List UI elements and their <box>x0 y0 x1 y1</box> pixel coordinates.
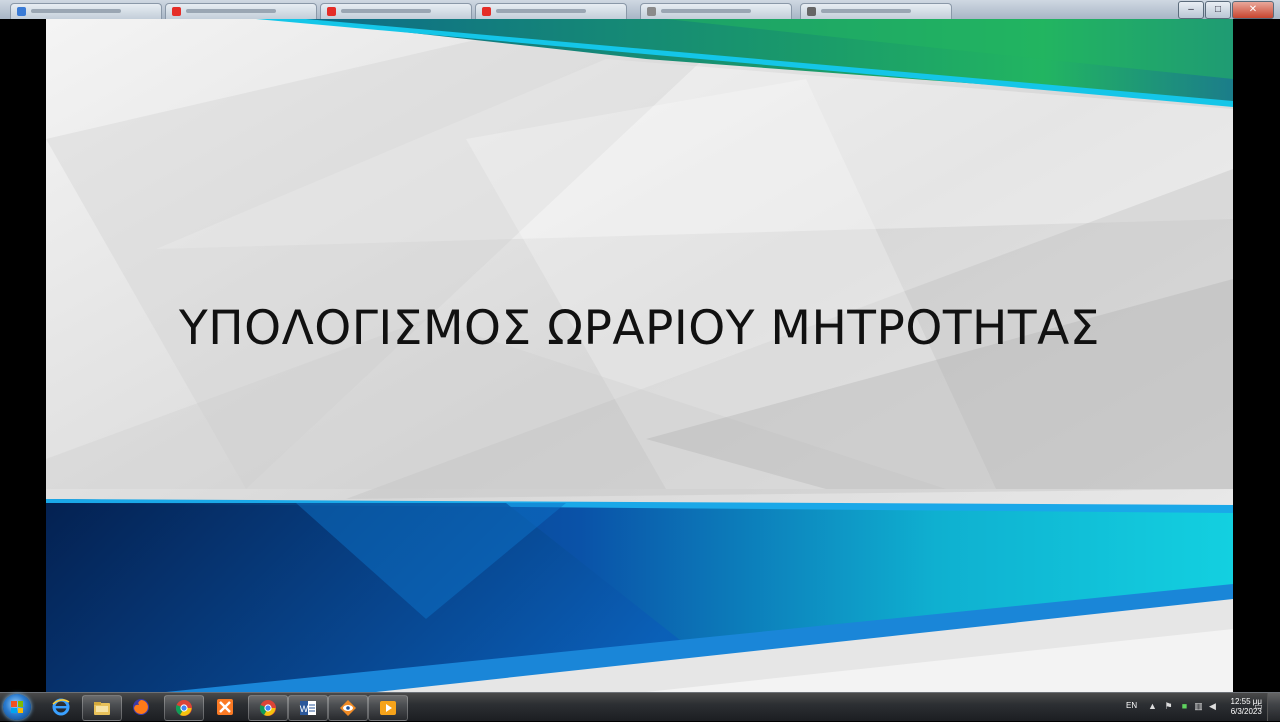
svg-text:W: W <box>300 704 309 714</box>
browser-tab[interactable] <box>475 3 627 19</box>
tab-title-placeholder <box>821 9 911 13</box>
network-icon[interactable]: ▥ <box>1194 702 1203 711</box>
taskbar-button[interactable] <box>368 695 408 721</box>
taskbar-button[interactable] <box>206 695 244 719</box>
tab-title-placeholder <box>341 9 431 13</box>
taskbar-button[interactable]: W <box>288 695 328 721</box>
minimize-button[interactable]: – <box>1178 1 1204 19</box>
internet-explorer-icon <box>52 698 70 716</box>
security-icon[interactable]: ■ <box>1180 702 1189 711</box>
browser-tab[interactable] <box>640 3 792 19</box>
tab-title-placeholder <box>496 9 586 13</box>
tab-title-placeholder <box>661 9 751 13</box>
tab-favicon-icon <box>647 7 656 16</box>
browser-tab[interactable] <box>800 3 952 19</box>
xampp-icon <box>216 698 234 716</box>
eye-app-icon <box>339 699 357 717</box>
slide-title: ΥΠΟΛΟΓΙΣΜΟΣ ΩΡΑΡΙΟΥ ΜΗΤΡΟΤΗΤΑΣ <box>179 301 1100 356</box>
tab-favicon-icon <box>17 7 26 16</box>
taskbar-button[interactable] <box>328 695 368 721</box>
window-controls: – □ ✕ <box>1178 1 1274 19</box>
tab-favicon-icon <box>172 7 181 16</box>
tab-title-placeholder <box>31 9 121 13</box>
notification-icon[interactable]: ▭ <box>1254 702 1263 711</box>
tab-favicon-icon <box>482 7 491 16</box>
chrome-icon <box>175 699 193 717</box>
start-button[interactable] <box>3 694 31 720</box>
media-player-icon <box>379 699 397 717</box>
letterbox-left <box>0 19 46 692</box>
show-hidden-icons-icon[interactable]: ▲ <box>1148 702 1157 711</box>
taskbar-button[interactable] <box>164 695 204 721</box>
word-icon: W <box>299 699 317 717</box>
browser-tab[interactable] <box>165 3 317 19</box>
maximize-button[interactable]: □ <box>1205 1 1231 19</box>
tab-favicon-icon <box>327 7 336 16</box>
presentation-slide: ΥΠΟΛΟΓΙΣΜΟΣ ΩΡΑΡΙΟΥ ΜΗΤΡΟΤΗΤΑΣ <box>46 19 1233 692</box>
volume-icon[interactable]: ◀ <box>1208 702 1217 711</box>
language-indicator[interactable]: EN <box>1126 701 1137 710</box>
tab-title-placeholder <box>186 9 276 13</box>
browser-tab[interactable] <box>10 3 162 19</box>
taskbar-button[interactable] <box>82 695 122 721</box>
windows-logo-icon <box>11 701 23 713</box>
action-center-flag-icon[interactable]: ⚑ <box>1164 702 1173 711</box>
taskbar-button[interactable] <box>42 695 80 719</box>
close-button[interactable]: ✕ <box>1232 1 1274 19</box>
browser-tab-strip: – □ ✕ <box>0 0 1280 20</box>
taskbar: W EN ▲ ⚑ ■ ▥ ◀ 12:55 μμ 6/3/2023 ▭ <box>0 692 1280 721</box>
tab-favicon-icon <box>807 7 816 16</box>
folder-icon <box>93 699 111 717</box>
chrome-icon <box>259 699 277 717</box>
taskbar-button[interactable] <box>122 695 160 719</box>
taskbar-button[interactable] <box>248 695 288 721</box>
show-desktop-button[interactable] <box>1267 693 1280 721</box>
system-tray: EN ▲ ⚑ ■ ▥ ◀ 12:55 μμ 6/3/2023 ▭ <box>1120 693 1280 721</box>
letterbox-right <box>1233 19 1280 692</box>
browser-tab[interactable] <box>320 3 472 19</box>
firefox-icon <box>132 698 150 716</box>
